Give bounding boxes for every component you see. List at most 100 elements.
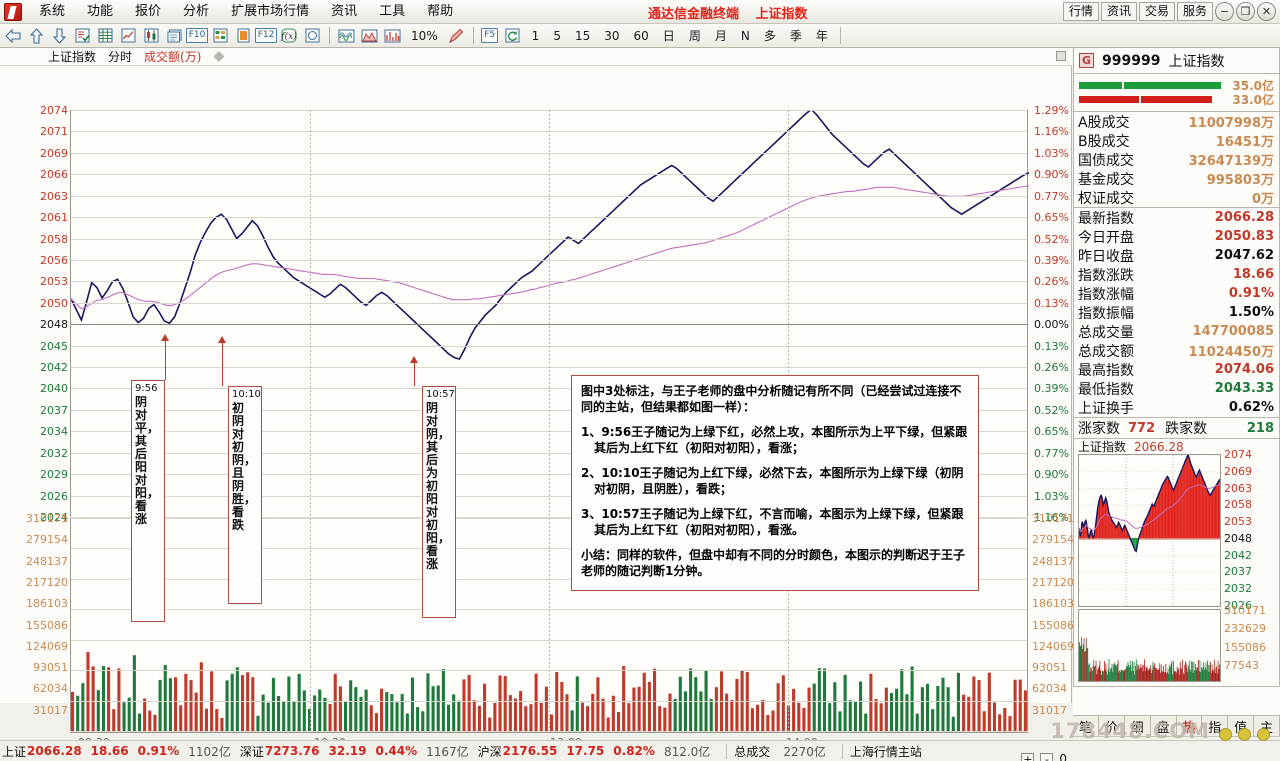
function-icon[interactable]: f(x)	[278, 26, 300, 46]
right-tab-xi[interactable]: 细	[1125, 716, 1151, 736]
mini-volume-bar	[1134, 674, 1136, 681]
restore-icon[interactable]: ❐	[1236, 2, 1255, 21]
mini-deviation-bar	[1181, 469, 1183, 538]
wave-icon[interactable]	[335, 26, 357, 46]
back-arrow-icon[interactable]	[2, 26, 24, 46]
period-week[interactable]: 周	[682, 26, 708, 46]
volume-bar	[498, 675, 502, 731]
mini-volume-bar	[1218, 669, 1220, 681]
candlestick-icon[interactable]	[140, 26, 162, 46]
period-60[interactable]: 60	[627, 26, 656, 46]
main-chart-area[interactable]: 上证指数 分时 成交额(万) 2074 2071 2069 2066 2063 2061 2…	[0, 48, 1074, 761]
mini-volume-bar	[1217, 660, 1219, 681]
down-arrow-icon[interactable]	[48, 26, 70, 46]
period-30[interactable]: 30	[597, 26, 626, 46]
right-tab-hot[interactable]: 热	[1177, 716, 1203, 736]
turnover-row: B股成交 16451万	[1074, 131, 1279, 151]
annotation-box-0956[interactable]: 9:56 阴对平，其后阳对阳，看涨	[131, 380, 165, 622]
mini-volume-bar	[1176, 672, 1177, 681]
mini-deviation-bar	[1163, 482, 1164, 538]
volume-bar	[575, 676, 579, 731]
period-5[interactable]: 5	[546, 26, 568, 46]
menu-item-analysis[interactable]: 分析	[172, 1, 220, 23]
diamond-icon[interactable]	[213, 51, 225, 62]
annotation-box-1057[interactable]: 10:57 阴对阴，其后为初阳对初阳，看涨	[422, 386, 456, 618]
mini-volume-plot[interactable]	[1078, 609, 1221, 682]
refresh-icon[interactable]	[502, 26, 524, 46]
left-axis: 2074 2071 2069 2066 2063 2061 2058 2056 2053 2050…	[0, 96, 68, 736]
zoom-controls[interactable]: + - 0	[1021, 752, 1067, 761]
period-1[interactable]: 1	[525, 26, 547, 46]
period-multi[interactable]: 多	[757, 26, 783, 46]
volume-bar	[616, 712, 621, 731]
mini-volume-bar	[1104, 661, 1105, 681]
area-chart-icon[interactable]	[358, 26, 380, 46]
pencil-icon[interactable]	[445, 26, 467, 46]
volume-bar	[596, 677, 600, 731]
pct-axis-label-right: 1.03%	[1034, 489, 1069, 503]
maximize-box-icon[interactable]	[1056, 51, 1066, 61]
up-arrow-icon[interactable]	[25, 26, 47, 46]
notes-icon[interactable]	[232, 26, 254, 46]
mini-deviation-bar	[1185, 458, 1187, 538]
mini-volume-bar	[1087, 648, 1089, 681]
annotation-box-1010[interactable]: 10:10 初阴对初阴，且阴胜，看跌	[228, 386, 262, 604]
mini-volume-bar	[1141, 665, 1143, 681]
mini-volume-bar	[1213, 670, 1214, 681]
bar-chart-icon[interactable]	[381, 26, 403, 46]
table-icon[interactable]	[94, 26, 116, 46]
menu-item-quotes[interactable]: 报价	[124, 1, 172, 23]
menu-item-news[interactable]: 资讯	[320, 1, 368, 23]
volume-bar	[647, 681, 651, 731]
zoom-level-label[interactable]: 10%	[404, 26, 445, 46]
volume-axis-label-right: 62034	[1032, 682, 1067, 696]
period-year[interactable]: 年	[809, 26, 835, 46]
nav-button-news[interactable]: 资讯	[1100, 2, 1137, 21]
report-icon[interactable]	[71, 26, 93, 46]
mini-volume-axis-label: 232629	[1224, 622, 1266, 636]
menu-item-system[interactable]: 系统	[28, 1, 76, 23]
annotation-pointer-line-0956	[165, 338, 166, 380]
minimize-icon[interactable]: −	[1215, 2, 1234, 21]
menu-item-function[interactable]: 功能	[76, 1, 124, 23]
window-buttons[interactable]: 行情 资讯 交易 服务 − ❐ ✕	[1062, 2, 1276, 21]
mini-chart-panel[interactable]: 上证指数 2066.28 2074 2069 2063 2058 2053 2048 204…	[1073, 439, 1280, 687]
menu-bar[interactable]: 系统 功能 报价 分析 扩展市场行情 资讯 工具 帮助	[28, 0, 464, 24]
mini-price-plot[interactable]	[1078, 454, 1221, 607]
volume-bar	[874, 699, 878, 731]
right-tab-bi[interactable]: 笔	[1073, 716, 1099, 736]
period-n[interactable]: N	[734, 26, 757, 46]
mini-deviation-bar	[1194, 475, 1196, 538]
annotation-pointer-line-1057	[414, 360, 415, 386]
circle-icon[interactable]	[301, 26, 323, 46]
period-day[interactable]: 日	[656, 26, 682, 46]
period-month[interactable]: 月	[708, 26, 734, 46]
tree-icon[interactable]	[209, 26, 231, 46]
close-icon[interactable]: ✕	[1257, 2, 1276, 21]
menu-item-tools[interactable]: 工具	[368, 1, 416, 23]
f12-icon[interactable]: F12	[254, 26, 278, 46]
right-data-panel[interactable]: G 999999 上证指数 35.0亿 33.0亿 A股成交 11007998万 B…	[1073, 48, 1280, 715]
turnover-label: A股成交	[1078, 114, 1130, 131]
right-tab-jia[interactable]: 价	[1099, 716, 1125, 736]
menu-item-extended-market[interactable]: 扩展市场行情	[220, 1, 320, 23]
zoom-out-button[interactable]: -	[1040, 752, 1054, 761]
mini-volume-bar	[1163, 672, 1165, 681]
toolbar[interactable]: F10 F12 f(x) 10% F5 1 5 15 30 60 日 周 月 N…	[0, 24, 1280, 48]
period-15[interactable]: 15	[568, 26, 597, 46]
menu-item-help[interactable]: 帮助	[416, 1, 464, 23]
nav-button-market[interactable]: 行情	[1062, 2, 1099, 21]
quote-label: 昨日收盘	[1078, 248, 1134, 265]
list-icon[interactable]	[163, 26, 185, 46]
mini-deviation-bar	[1173, 488, 1175, 538]
nav-button-trade[interactable]: 交易	[1138, 2, 1175, 21]
f10-icon[interactable]: F10	[185, 26, 209, 46]
nav-button-service[interactable]: 服务	[1176, 2, 1213, 21]
f5-icon[interactable]: F5	[479, 26, 501, 46]
right-tab-pan[interactable]: 盘	[1151, 716, 1177, 736]
period-quarter[interactable]: 季	[783, 26, 809, 46]
line-chart-icon[interactable]	[117, 26, 139, 46]
turnover-value: 32647139万	[1188, 154, 1274, 169]
note-box[interactable]: 图中3处标注，与王子老师的盘中分析随记有所不同（已经尝试过连接不同的主站，但结果…	[571, 375, 979, 591]
zoom-in-button[interactable]: +	[1021, 752, 1035, 761]
